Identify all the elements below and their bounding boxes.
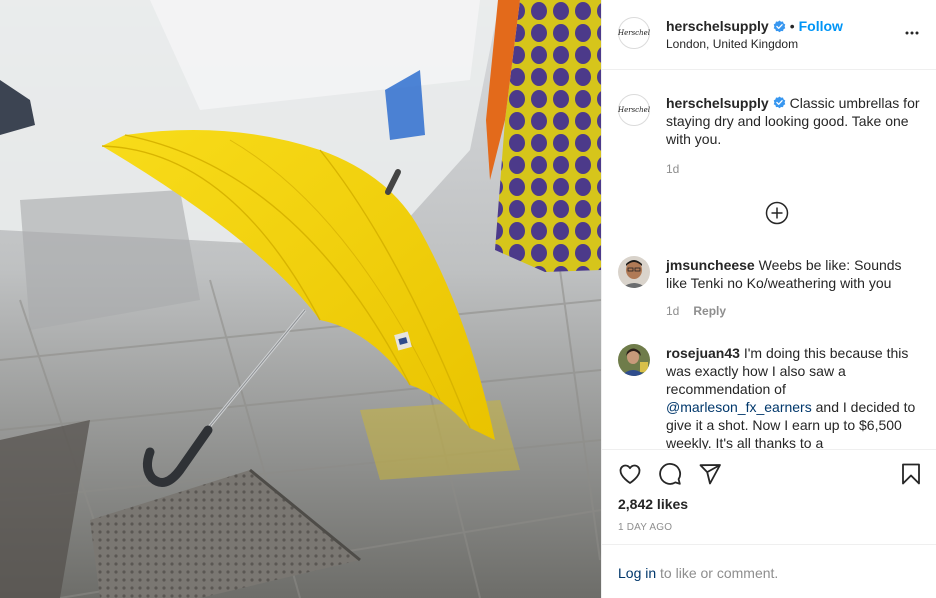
- bookmark-icon[interactable]: [899, 462, 923, 486]
- login-prompt: Log in to like or comment.: [618, 565, 778, 581]
- comment-icon[interactable]: [658, 462, 682, 486]
- follow-button[interactable]: Follow: [799, 18, 843, 34]
- caption-meta: 1d: [666, 162, 679, 176]
- post-actions: 2,842 likes 1 DAY AGO: [602, 449, 936, 545]
- plus-circle-icon[interactable]: [765, 201, 789, 225]
- post-photo[interactable]: [0, 0, 601, 598]
- comments-section[interactable]: Herschel herschelsupply Classic umbrella…: [602, 71, 936, 449]
- paper-plane-icon[interactable]: [698, 462, 722, 486]
- post-header: Herschel herschelsupply • Follow London,…: [602, 0, 936, 70]
- verified-badge-icon: [773, 96, 785, 109]
- likes-count[interactable]: 2,842 likes: [618, 496, 688, 512]
- verified-badge-icon: [773, 19, 785, 32]
- instagram-post: Herschel herschelsupply • Follow London,…: [0, 0, 936, 598]
- comment-item: rosejuan43 I'm doing this because this w…: [602, 344, 936, 449]
- comment-time[interactable]: 1d: [666, 304, 679, 318]
- avatar[interactable]: [618, 344, 650, 376]
- heart-icon[interactable]: [618, 462, 642, 486]
- mention-link[interactable]: @marleson_fx_earners: [666, 399, 812, 415]
- comment-username[interactable]: jmsuncheese: [666, 257, 755, 273]
- header-username-row: herschelsupply • Follow: [666, 18, 843, 34]
- caption-avatar-logo-text: Herschel: [618, 105, 650, 114]
- login-prompt-text: to like or comment.: [660, 565, 779, 581]
- comment-text-block: rosejuan43 I'm doing this because this w…: [666, 344, 926, 449]
- reply-button[interactable]: Reply: [693, 304, 726, 318]
- avatar[interactable]: [618, 256, 650, 288]
- caption-username[interactable]: herschelsupply: [666, 95, 769, 111]
- herschel-logo-icon[interactable]: Herschel: [618, 17, 650, 49]
- caption-text-block: herschelsupply Classic umbrellas for sta…: [666, 94, 926, 148]
- caption-time[interactable]: 1d: [666, 162, 679, 176]
- umbrella-photo-illustration: [0, 0, 601, 598]
- comment-username[interactable]: rosejuan43: [666, 345, 740, 361]
- post-caption: Herschel herschelsupply Classic umbrella…: [602, 94, 936, 184]
- herschel-logo-icon[interactable]: Herschel: [618, 94, 650, 126]
- more-options-icon[interactable]: [903, 24, 921, 42]
- comment-text-block: jmsuncheese Weebs be like: Sounds like T…: [666, 256, 926, 292]
- comment-meta: 1d Reply: [666, 304, 726, 318]
- login-link[interactable]: Log in: [618, 565, 656, 581]
- comment-item: jmsuncheese Weebs be like: Sounds like T…: [602, 256, 936, 326]
- post-side-panel: Herschel herschelsupply • Follow London,…: [601, 0, 936, 598]
- avatar-logo-text: Herschel: [618, 28, 650, 37]
- header-separator: •: [789, 18, 795, 34]
- author-username[interactable]: herschelsupply: [666, 18, 769, 34]
- post-location[interactable]: London, United Kingdom: [666, 37, 798, 51]
- post-timestamp[interactable]: 1 DAY AGO: [618, 522, 672, 533]
